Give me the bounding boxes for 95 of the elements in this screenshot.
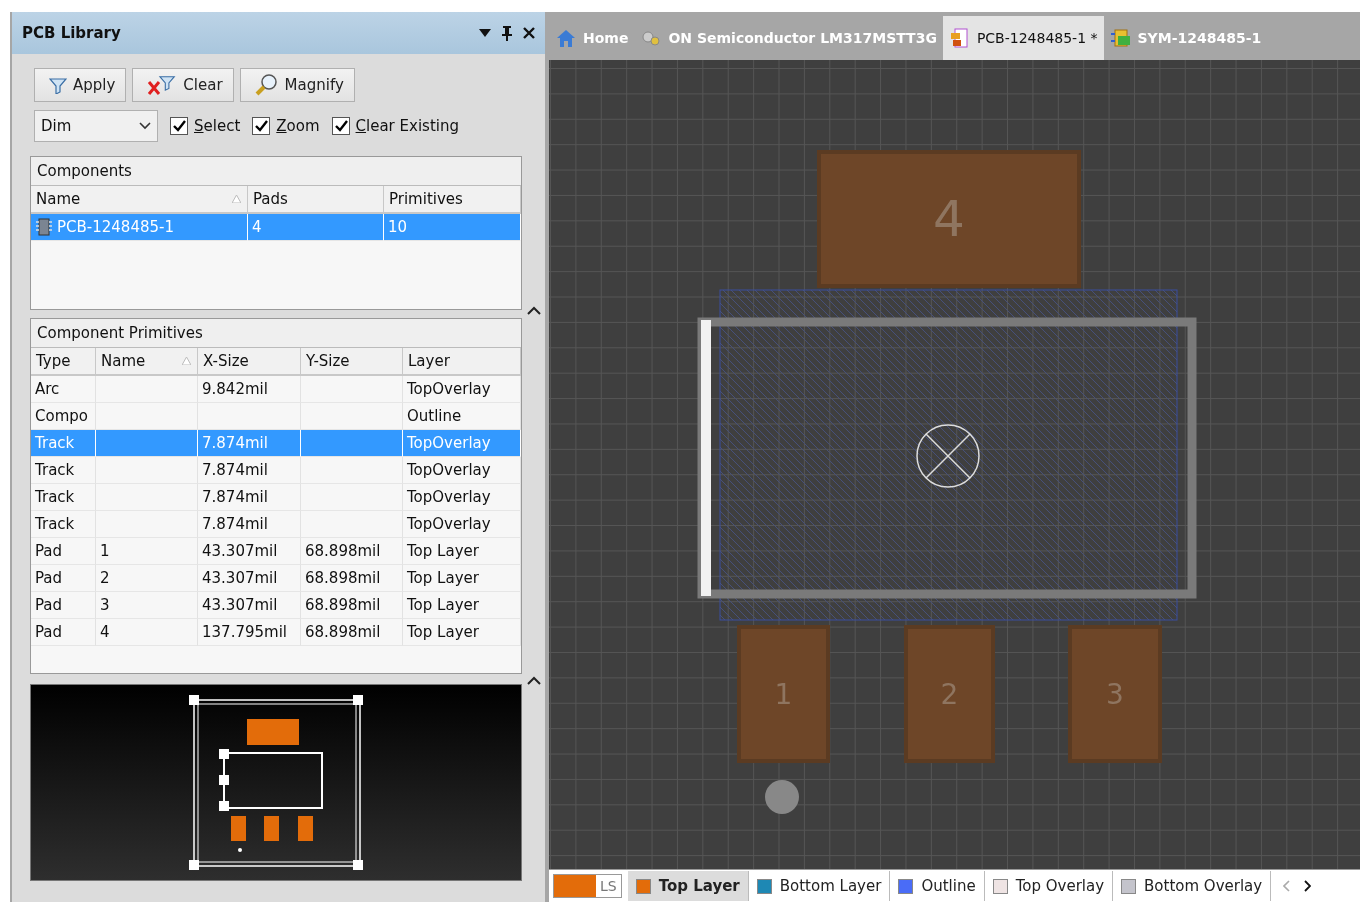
magnify-button[interactable]: Magnify — [239, 68, 355, 102]
mask-mode-dropdown[interactable]: Dim — [34, 110, 158, 142]
column-header[interactable]: Primitives — [384, 186, 521, 212]
pad-number: 4 — [933, 190, 965, 248]
table-cell: 1 — [96, 537, 198, 565]
checkmark-icon — [254, 119, 269, 133]
checkmark-icon — [172, 119, 186, 133]
pad-number: 3 — [1106, 677, 1124, 711]
checkbox-label[interactable]: Zoom — [276, 117, 320, 135]
table-cell: Track — [31, 456, 96, 484]
table-row[interactable]: Pad 4 137.795mil 68.898mil Top Layer — [31, 618, 521, 646]
table-cell: 43.307mil — [198, 564, 301, 592]
table-row[interactable]: Track 7.874mil TopOverlay — [31, 456, 521, 484]
table-row[interactable]: Track 7.874mil TopOverlay — [31, 483, 521, 511]
table-cell: 68.898mil — [301, 537, 403, 565]
table-cell: 10 — [384, 214, 521, 241]
table-row[interactable]: Compo Outline — [31, 402, 521, 430]
document-tab[interactable]: PCB-1248485-1 * — [942, 16, 1104, 60]
table-row[interactable]: Track 7.874mil TopOverlay — [31, 510, 521, 538]
table-cell: TopOverlay — [403, 456, 521, 484]
table-cell: 4 — [96, 618, 198, 646]
table-row[interactable]: Arc 9.842mil TopOverlay — [31, 375, 521, 403]
apply-button[interactable]: Apply — [34, 68, 127, 102]
column-header[interactable]: Type — [31, 347, 96, 374]
table-cell: Pad — [31, 564, 96, 592]
table-cell: 68.898mil — [301, 618, 403, 646]
table-cell: 3 — [96, 591, 198, 619]
column-header[interactable]: Layer — [403, 347, 521, 374]
layer-tab[interactable]: Top Layer — [627, 871, 749, 901]
table-cell: 43.307mil — [198, 591, 301, 619]
table-cell: Arc — [31, 375, 96, 403]
column-header[interactable]: Name — [96, 347, 198, 374]
table-cell: TopOverlay — [403, 375, 521, 403]
checkbox[interactable] — [252, 117, 271, 135]
table-cell: Compo — [31, 402, 96, 430]
table-row[interactable]: Pad 3 43.307mil 68.898mil Top Layer — [31, 591, 521, 619]
table-cell: Top Layer — [403, 591, 521, 619]
funnel-icon — [49, 76, 67, 94]
table-cell: TopOverlay — [403, 483, 521, 511]
scroll-right-icon[interactable] — [1303, 880, 1312, 892]
document-icon — [948, 27, 971, 49]
table-cell: Pad — [31, 618, 96, 646]
chevron-down-icon — [139, 122, 151, 130]
table-cell: 68.898mil — [301, 591, 403, 619]
dropdown-icon[interactable] — [479, 28, 491, 38]
table-cell: 4 — [248, 214, 384, 241]
checkbox-label[interactable]: Clear Existing — [355, 117, 459, 135]
table-cell: Pad — [31, 591, 96, 619]
table-cell: Top Layer — [403, 618, 521, 646]
column-header[interactable]: Y-Size — [301, 347, 403, 374]
pad-number: 1 — [774, 677, 793, 711]
pin-icon[interactable] — [501, 25, 513, 41]
house-icon — [555, 27, 577, 49]
clear-filter-icon — [147, 74, 178, 96]
panel-title: PCB Library — [22, 24, 122, 42]
table-cell: 7.874mil — [198, 510, 301, 538]
table-cell-text: PCB-1248485-1 — [57, 217, 174, 238]
table-cell: 9.842mil — [198, 375, 301, 403]
table-cell: Top Layer — [403, 537, 521, 565]
table-cell: 7.874mil — [198, 429, 301, 457]
pad-number: 2 — [940, 677, 959, 711]
table-row[interactable]: Pad 1 43.307mil 68.898mil Top Layer — [31, 537, 521, 565]
table-row[interactable]: Pad 2 43.307mil 68.898mil Top Layer — [31, 564, 521, 592]
close-icon[interactable] — [523, 27, 535, 39]
table-cell: 7.874mil — [198, 483, 301, 511]
table-cell: Track — [31, 429, 96, 457]
checkbox[interactable] — [331, 117, 350, 135]
table-cell: 137.795mil — [198, 618, 301, 646]
table-cell: Pad — [31, 537, 96, 565]
chip-icon — [35, 217, 53, 237]
scroll-up-icon — [527, 305, 541, 315]
table-cell: 7.874mil — [198, 456, 301, 484]
table-title: Component Primitives — [31, 318, 521, 348]
clear-button[interactable]: Clear — [132, 68, 234, 102]
table-cell: Top Layer — [403, 564, 521, 592]
table-cell: Track — [31, 483, 96, 511]
magnifier-icon — [254, 73, 279, 97]
table-cell: TopOverlay — [403, 429, 521, 457]
checkbox[interactable] — [170, 117, 188, 135]
scroll-up-icon — [527, 675, 541, 685]
component-icon — [1109, 27, 1132, 49]
table-cell: 68.898mil — [301, 564, 403, 592]
column-header[interactable]: X-Size — [198, 347, 301, 374]
checkbox-label[interactable]: Select — [194, 117, 241, 135]
layer-set-button[interactable]: LS — [553, 874, 622, 898]
table-cell: 43.307mil — [198, 537, 301, 565]
table-cell: Outline — [403, 402, 521, 430]
checkmark-icon — [333, 119, 348, 133]
pin-marker-icon — [764, 779, 800, 815]
table-cell: 2 — [96, 564, 198, 592]
table-cell: Track — [31, 510, 96, 538]
table-cell: TopOverlay — [403, 510, 521, 538]
column-header[interactable]: Pads — [248, 186, 384, 212]
table-title: Components — [31, 157, 521, 186]
column-header[interactable]: Name — [31, 186, 248, 212]
